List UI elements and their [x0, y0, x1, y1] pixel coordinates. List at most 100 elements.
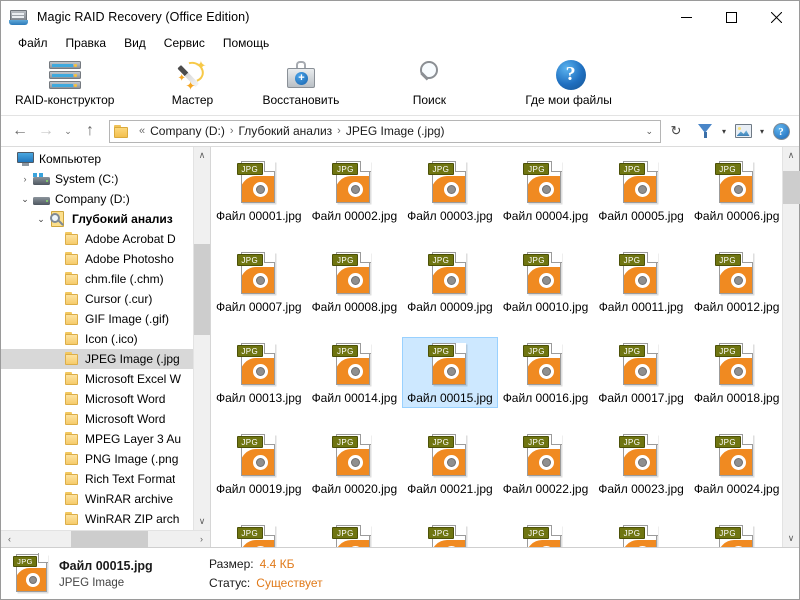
- tree-item[interactable]: Adobe Acrobat D: [1, 229, 193, 249]
- tree-item[interactable]: Adobe Photosho: [1, 249, 193, 269]
- tree-item[interactable]: WinRAR ZIP arch: [1, 509, 193, 529]
- file-item[interactable]: JPG Файл 00017.jpg: [593, 335, 689, 408]
- search-button[interactable]: Поиск: [399, 56, 459, 107]
- tree-vertical-scrollbar[interactable]: ∧ ∨: [193, 147, 210, 530]
- tree-hscroll-thumb[interactable]: [70, 530, 148, 548]
- recover-button[interactable]: + Восстановить: [254, 56, 347, 107]
- tree-item[interactable]: GIF Image (.gif): [1, 309, 193, 329]
- file-item[interactable]: JPG Файл 00006.jpg: [689, 153, 782, 226]
- file-item[interactable]: JPG Файл 00003.jpg: [402, 153, 498, 226]
- close-button[interactable]: [754, 1, 799, 33]
- file-item-selected[interactable]: JPG Файл 00015.jpg: [402, 335, 498, 408]
- file-item[interactable]: JPG Файл 00021.jpg: [402, 426, 498, 499]
- tree-item[interactable]: Microsoft Word: [1, 389, 193, 409]
- file-item[interactable]: JPGФайл 00026.jpg: [307, 517, 403, 547]
- up-button[interactable]: ↑: [77, 119, 103, 143]
- file-item[interactable]: JPG Файл 00024.jpg: [689, 426, 782, 499]
- tree-item[interactable]: WinRAR archive: [1, 489, 193, 509]
- view-caret-icon[interactable]: ▾: [755, 127, 769, 136]
- file-item[interactable]: JPG Файл 00005.jpg: [593, 153, 689, 226]
- breadcrumb-overflow[interactable]: «: [139, 125, 145, 137]
- file-item[interactable]: JPG Файл 00008.jpg: [307, 244, 403, 317]
- file-scroll-track[interactable]: [782, 164, 800, 530]
- folder-tree[interactable]: Компьютер › System (C:) ⌄ Company (D:) ⌄ Глубо…: [1, 147, 193, 530]
- chevron-down-icon[interactable]: ⌄: [640, 126, 658, 137]
- menu-file[interactable]: Файл: [9, 34, 57, 53]
- file-item[interactable]: JPG Файл 00001.jpg: [211, 153, 307, 226]
- tree-scroll-up-button[interactable]: ∧: [194, 147, 211, 164]
- tree-horizontal-scrollbar[interactable]: ‹ ›: [1, 530, 210, 548]
- file-item[interactable]: JPGФайл 00029.jpg: [593, 517, 689, 547]
- file-scroll-thumb[interactable]: [782, 171, 800, 205]
- file-item[interactable]: JPG Файл 00020.jpg: [307, 426, 403, 499]
- tree-scroll-right-button[interactable]: ›: [193, 531, 210, 548]
- tree-scroll-left-button[interactable]: ‹: [1, 531, 18, 548]
- breadcrumb-item-drive[interactable]: Company (D:): [150, 124, 225, 138]
- file-item[interactable]: JPG Файл 00007.jpg: [211, 244, 307, 317]
- menu-service[interactable]: Сервис: [155, 34, 214, 53]
- file-item[interactable]: JPGФайл 00025.jpg: [211, 517, 307, 547]
- tree-item[interactable]: PNG Image (.png: [1, 449, 193, 469]
- file-item[interactable]: JPG Файл 00009.jpg: [402, 244, 498, 317]
- help-icon[interactable]: ?: [769, 119, 793, 143]
- tree-item[interactable]: JPEG Image (.jpg: [1, 349, 193, 369]
- file-item[interactable]: JPG Файл 00022.jpg: [498, 426, 594, 499]
- filter-caret-icon[interactable]: ▾: [717, 127, 731, 136]
- minimize-button[interactable]: [664, 1, 709, 33]
- breadcrumb-item-deep-scan[interactable]: Глубокий анализ: [238, 124, 332, 138]
- recover-label: Восстановить: [262, 93, 340, 107]
- tree-item[interactable]: MPEG Layer 3 Au: [1, 429, 193, 449]
- breadcrumb-item-jpeg[interactable]: JPEG Image (.jpg): [346, 124, 445, 138]
- wizard-button[interactable]: ✦ ✦ ✦ Мастер: [162, 56, 222, 107]
- tree-item[interactable]: chm.file (.chm): [1, 269, 193, 289]
- file-vertical-scrollbar[interactable]: ∧ ∨: [782, 147, 800, 547]
- file-item[interactable]: JPG Файл 00014.jpg: [307, 335, 403, 408]
- file-item[interactable]: JPG Файл 00023.jpg: [593, 426, 689, 499]
- tree-item[interactable]: Microsoft Word: [1, 409, 193, 429]
- file-item[interactable]: JPGФайл 00028.jpg: [498, 517, 594, 547]
- tree-item[interactable]: ⌄ Company (D:): [1, 189, 193, 209]
- tree-item[interactable]: › System (C:): [1, 169, 193, 189]
- breadcrumb[interactable]: « Company (D:) › Глубокий анализ › JPEG …: [109, 119, 661, 143]
- tree-hscroll-track[interactable]: [18, 530, 193, 548]
- menu-view[interactable]: Вид: [115, 34, 155, 53]
- file-item[interactable]: JPG Файл 00012.jpg: [689, 244, 782, 317]
- back-button[interactable]: ←: [7, 119, 33, 143]
- file-item[interactable]: JPGФайл 00030.jpg: [689, 517, 782, 547]
- raid-constructor-button[interactable]: RAID-конструктор: [7, 56, 122, 107]
- tree-expander-icon[interactable]: ⌄: [33, 214, 49, 225]
- tree-item[interactable]: Cursor (.cur): [1, 289, 193, 309]
- tree-item[interactable]: ⌄ Глубокий анализ: [1, 209, 193, 229]
- file-item[interactable]: JPGФайл 00027.jpg: [402, 517, 498, 547]
- file-item[interactable]: JPG Файл 00011.jpg: [593, 244, 689, 317]
- menu-edit[interactable]: Правка: [57, 34, 116, 53]
- refresh-button[interactable]: ↻: [665, 123, 687, 139]
- tree-item[interactable]: Rich Text Format: [1, 469, 193, 489]
- where-are-my-files-button[interactable]: ? Где мои файлы: [517, 56, 620, 107]
- tree-item[interactable]: Icon (.ico): [1, 329, 193, 349]
- file-item[interactable]: JPG Файл 00002.jpg: [307, 153, 403, 226]
- tree-item[interactable]: Компьютер: [1, 149, 193, 169]
- tree-scroll-down-button[interactable]: ∨: [194, 513, 211, 530]
- tree-scroll-thumb[interactable]: [193, 244, 210, 335]
- file-item[interactable]: JPG Файл 00010.jpg: [498, 244, 594, 317]
- forward-button[interactable]: →: [33, 119, 59, 143]
- jpg-badge: JPG: [332, 345, 359, 357]
- menu-help[interactable]: Помощь: [214, 34, 278, 53]
- file-item[interactable]: JPG Файл 00004.jpg: [498, 153, 594, 226]
- history-dropdown-button[interactable]: ⌄: [59, 119, 77, 143]
- tree-expander-icon[interactable]: ›: [17, 174, 33, 184]
- filter-funnel-icon[interactable]: [693, 119, 717, 143]
- file-grid-viewport[interactable]: JPG Файл 00001.jpg JPG Файл 00002.jpg JPG Фай…: [211, 147, 782, 547]
- file-item[interactable]: JPG Файл 00018.jpg: [689, 335, 782, 408]
- file-scroll-down-button[interactable]: ∨: [783, 530, 800, 547]
- file-item[interactable]: JPG Файл 00019.jpg: [211, 426, 307, 499]
- picture-view-icon[interactable]: [731, 119, 755, 143]
- tree-scroll-track[interactable]: [193, 164, 210, 513]
- tree-expander-icon[interactable]: ⌄: [17, 194, 33, 205]
- tree-item[interactable]: Microsoft Excel W: [1, 369, 193, 389]
- file-item[interactable]: JPG Файл 00013.jpg: [211, 335, 307, 408]
- file-item[interactable]: JPG Файл 00016.jpg: [498, 335, 594, 408]
- file-scroll-up-button[interactable]: ∧: [783, 147, 800, 164]
- maximize-button[interactable]: [709, 1, 754, 33]
